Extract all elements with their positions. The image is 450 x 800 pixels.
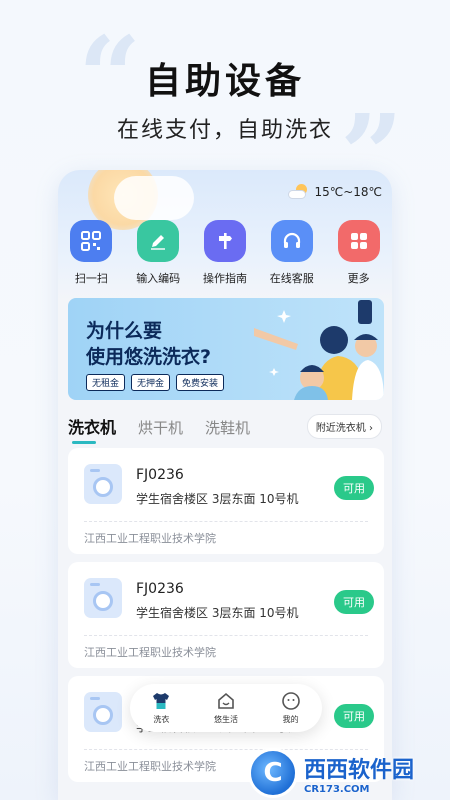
- nav-label: 我的: [282, 715, 299, 724]
- pencil-icon: [137, 220, 180, 262]
- status-available-button[interactable]: 可用: [334, 704, 374, 728]
- washing-machine-icon: [84, 464, 122, 504]
- headset-icon: [270, 220, 313, 262]
- quick-action-label: 扫一扫: [74, 272, 108, 285]
- watermark-logo-icon: C: [248, 748, 298, 798]
- banner-headline-1: 为什么要: [86, 320, 163, 342]
- hero-subtitle: 在线支付，自助洗衣: [116, 118, 333, 143]
- banner-tag: 免费安装: [176, 374, 225, 391]
- partly-cloudy-icon: [288, 184, 310, 200]
- weather-temperature: 15℃~18℃: [314, 185, 382, 199]
- machine-school: 江西工业工程职业技术学院: [84, 646, 216, 659]
- machine-id: FJ0236: [136, 581, 184, 597]
- quick-action-label: 更多: [347, 272, 370, 285]
- machine-id: FJ0236: [136, 467, 184, 483]
- watermark-name: 西西软件园: [304, 757, 415, 783]
- category-tabs: 洗衣机 烘干机 洗鞋机: [68, 414, 250, 444]
- tab-washer[interactable]: 洗衣机: [68, 414, 116, 444]
- weather-widget: 15℃~18℃: [288, 184, 382, 200]
- tab-shoe-washer[interactable]: 洗鞋机: [205, 417, 250, 438]
- status-available-button[interactable]: 可用: [334, 476, 374, 500]
- shirt-icon: [151, 691, 171, 711]
- quick-action-label: 输入编码: [136, 272, 181, 285]
- nearby-washers-button[interactable]: 附近洗衣机 ›: [306, 414, 382, 439]
- banner-headline-2: 使用悠洗洗衣?: [86, 346, 212, 368]
- machine-school: 江西工业工程职业技术学院: [84, 760, 216, 773]
- quick-action-label: 操作指南: [202, 272, 247, 285]
- machine-location: 学生宿舍楼区 3层东面 10号机: [136, 606, 299, 620]
- status-available-button[interactable]: 可用: [334, 590, 374, 614]
- face-icon: [281, 691, 301, 711]
- qr-scan-icon: [70, 220, 113, 262]
- machine-card[interactable]: FJ0236 学生宿舍楼区 3层东面 10号机 可用 江西工业工程职业技术学院: [68, 562, 384, 668]
- machine-school: 江西工业工程职业技术学院: [84, 532, 216, 545]
- quick-action-support[interactable]: 在线客服: [262, 220, 322, 286]
- quick-action-input-code[interactable]: 输入编码: [128, 220, 188, 286]
- machine-location: 学生宿舍楼区 3层东面 10号机: [136, 492, 299, 506]
- nav-item-laundry[interactable]: 洗衣: [151, 691, 171, 725]
- quick-action-more[interactable]: 更多: [329, 220, 389, 286]
- quick-action-scan[interactable]: 扫一扫: [61, 220, 121, 286]
- washing-machine-icon: [84, 578, 122, 618]
- home-icon: [216, 691, 236, 711]
- guide-icon: [203, 220, 246, 262]
- phone-screen: 15℃~18℃ 扫一扫 输入编码 操作指南 在线客服 更多 为什么要 使用悠洗洗…: [58, 170, 392, 800]
- divider: [84, 635, 368, 636]
- washing-machine-icon: [84, 692, 122, 732]
- bottom-navigation: 洗衣 悠生活 我的: [130, 684, 322, 732]
- quick-actions: 扫一扫 输入编码 操作指南 在线客服 更多: [58, 220, 392, 286]
- banner-illustration: [254, 300, 384, 400]
- cloud-decoration: [114, 176, 194, 220]
- nav-label: 洗衣: [153, 715, 170, 724]
- grid-icon: [337, 220, 380, 262]
- banner-tag: 无押金: [131, 374, 171, 391]
- banner-tags: 无租金 无押金 免费安装: [86, 374, 225, 391]
- promo-banner[interactable]: 为什么要 使用悠洗洗衣? 无租金 无押金 免费安装: [68, 298, 384, 400]
- watermark-url: CR173.COM: [304, 783, 370, 795]
- nav-item-me[interactable]: 我的: [281, 691, 301, 725]
- quick-action-label: 在线客服: [269, 272, 314, 285]
- machine-card[interactable]: FJ0236 学生宿舍楼区 3层东面 10号机 可用 江西工业工程职业技术学院: [68, 448, 384, 554]
- banner-tag: 无租金: [86, 374, 126, 391]
- divider: [84, 521, 368, 522]
- quick-action-guide[interactable]: 操作指南: [195, 220, 255, 286]
- nav-item-life[interactable]: 悠生活: [214, 691, 238, 725]
- nav-label: 悠生活: [213, 715, 238, 724]
- hero-title: 自助设备: [144, 61, 305, 102]
- site-watermark: C 西西软件园 CR173.COM: [248, 746, 450, 800]
- tab-dryer[interactable]: 烘干机: [138, 417, 183, 438]
